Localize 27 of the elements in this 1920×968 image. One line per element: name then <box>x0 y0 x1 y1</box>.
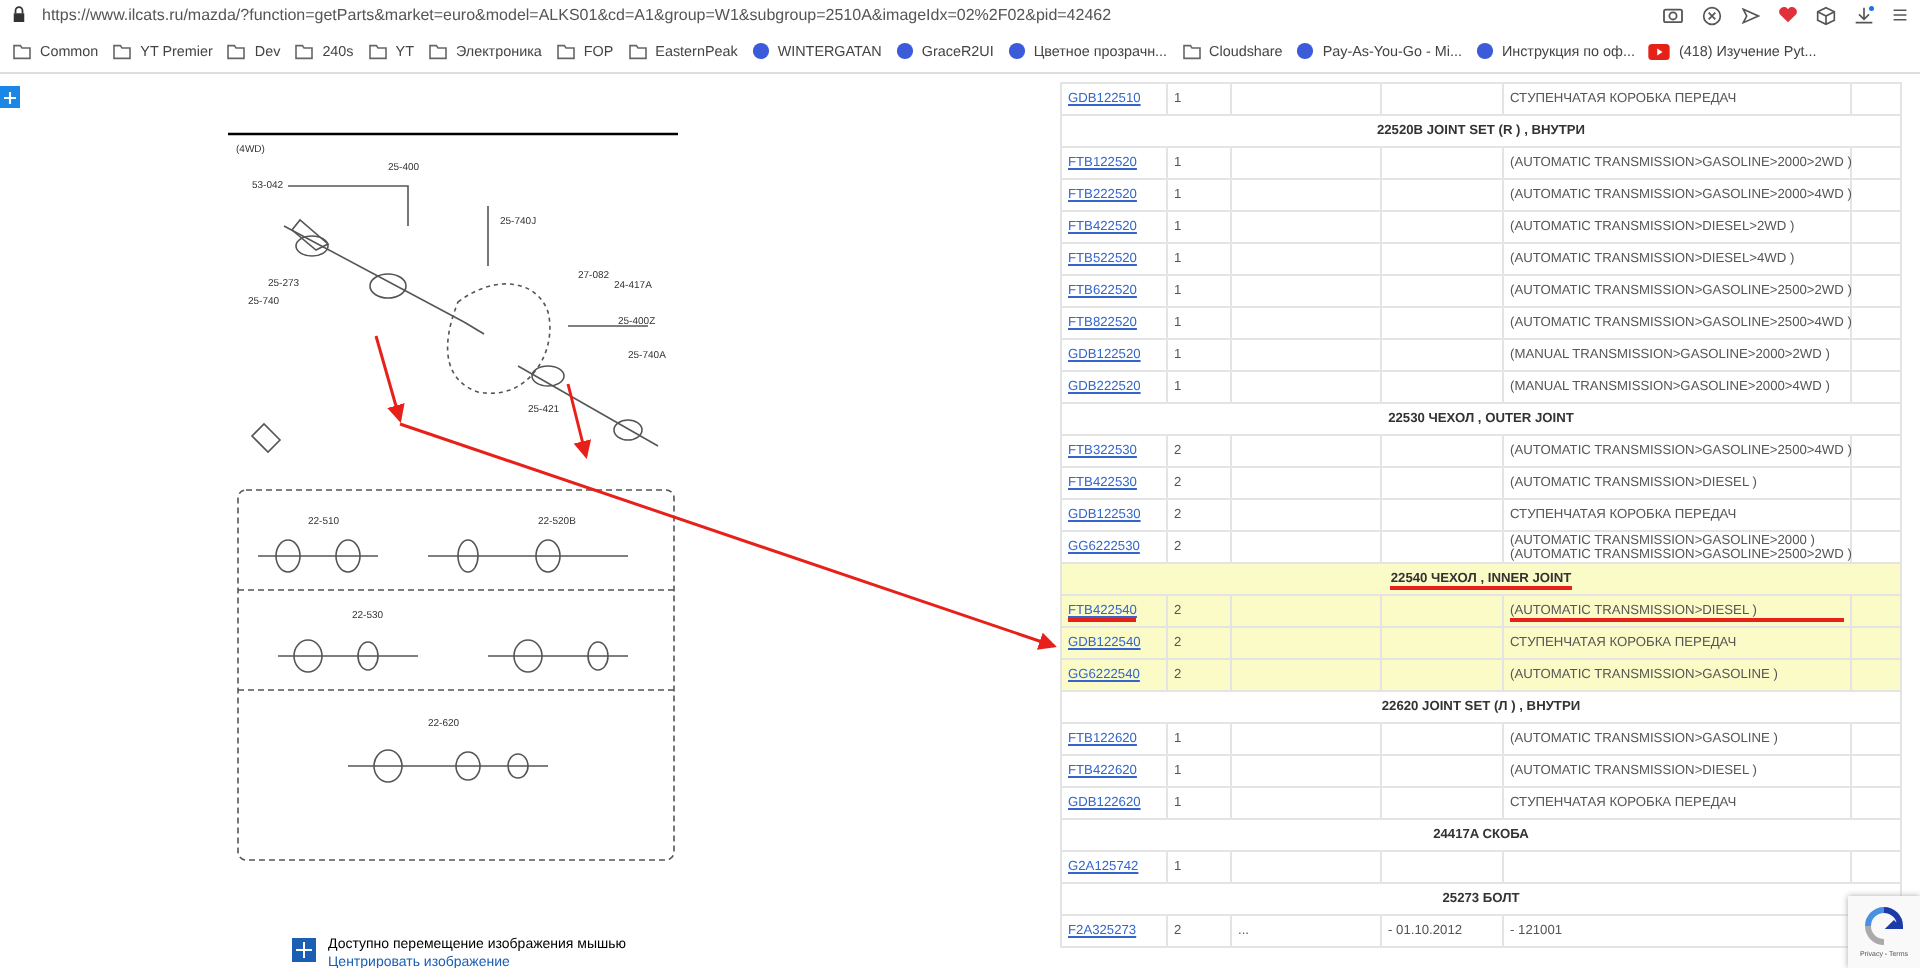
expand-button[interactable] <box>0 86 20 108</box>
recaptcha-icon <box>1864 906 1904 946</box>
lock-icon <box>12 6 26 24</box>
heart-icon[interactable] <box>1778 6 1798 24</box>
site-icon <box>1007 42 1026 60</box>
site-icon <box>1296 42 1315 60</box>
folder-icon <box>294 43 315 59</box>
send-icon[interactable] <box>1740 5 1760 25</box>
menu-icon[interactable] <box>1892 6 1908 24</box>
move-icon <box>292 938 316 962</box>
folder-icon <box>427 43 448 59</box>
address-bar-url[interactable]: https://www.ilcats.ru/mazda/?function=getParts&market=euro&model=ALKS01&cd=A1&group=W1&subgroup=2510A&imageIdx=02%2F02&pid=42462 <box>42 6 1646 24</box>
folder-icon <box>112 43 133 59</box>
site-icon <box>895 42 914 60</box>
camera-icon[interactable] <box>1662 6 1684 24</box>
folder-icon <box>555 43 576 59</box>
folder-icon <box>1181 43 1202 59</box>
folder-icon <box>226 43 247 59</box>
folder-icon <box>367 43 388 59</box>
site-icon <box>1475 42 1494 60</box>
cube-icon[interactable] <box>1816 5 1836 25</box>
folder-icon <box>12 43 32 59</box>
folder-icon <box>627 43 648 59</box>
close-circle-icon[interactable] <box>1702 5 1722 25</box>
download-icon[interactable] <box>1854 5 1874 25</box>
play-icon <box>1648 43 1671 59</box>
site-icon <box>751 42 770 60</box>
